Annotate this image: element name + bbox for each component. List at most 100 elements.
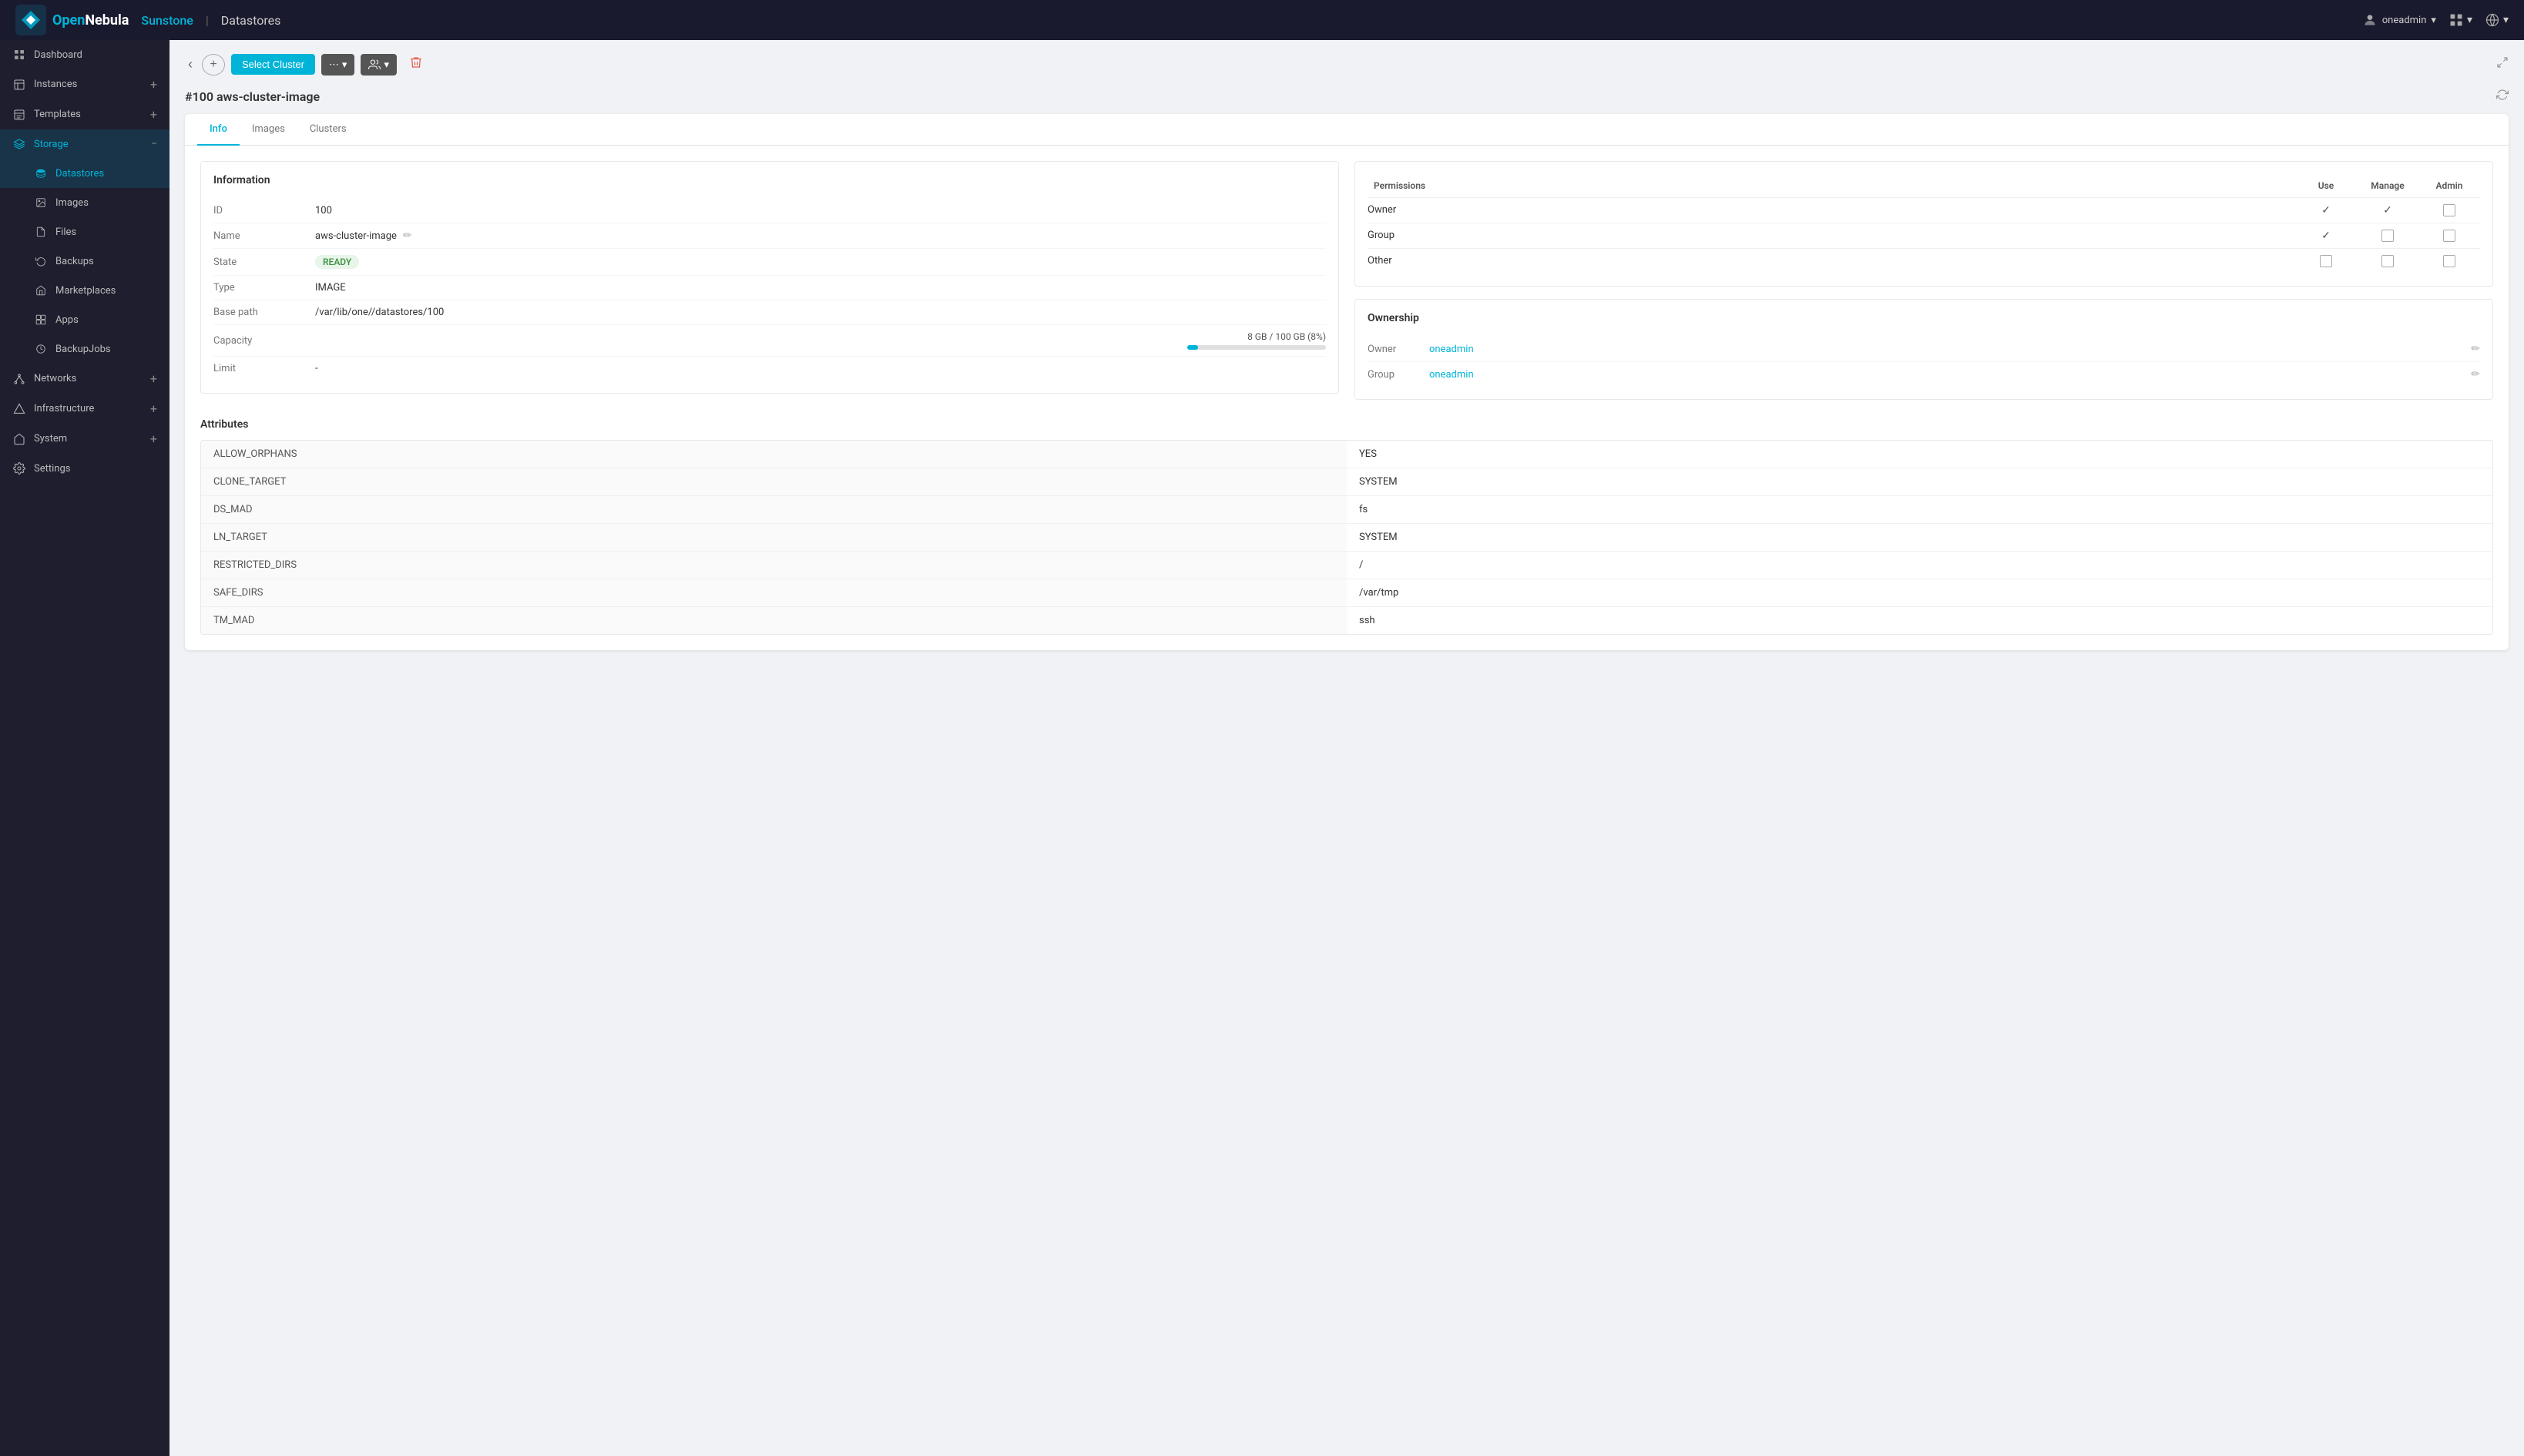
capacity-label: Capacity — [213, 335, 306, 347]
tab-info-content: Information ID 100 Name aws-cluster-imag… — [185, 146, 2509, 415]
sidebar-label-backups: Backups — [55, 256, 157, 267]
user-menu[interactable]: oneadmin ▾ — [2362, 12, 2436, 28]
perms-group-manage[interactable] — [2357, 223, 2418, 248]
group-manage-checkbox[interactable] — [2381, 230, 2394, 242]
sidebar-item-instances[interactable]: Instances + — [0, 69, 169, 99]
sidebar-item-networks[interactable]: Networks + — [0, 364, 169, 394]
state-label: State — [213, 257, 306, 268]
sidebar-item-datastores[interactable]: Datastores — [0, 159, 169, 188]
sidebar-label-backupjobs: BackupJobs — [55, 344, 157, 355]
perms-other-use[interactable] — [2295, 248, 2357, 273]
add-button[interactable]: + — [202, 54, 225, 75]
capacity-value: 8 GB / 100 GB (8%) — [315, 331, 1326, 350]
owner-value[interactable]: oneadmin — [1429, 344, 2471, 355]
capacity-progress-bar — [1187, 345, 1326, 350]
attr-val-0: YES — [1347, 441, 2492, 468]
attr-row-3: LN_TARGET SYSTEM — [201, 524, 2492, 552]
group-admin-checkbox[interactable] — [2443, 230, 2455, 242]
info-row-name: Name aws-cluster-image ✏ — [213, 223, 1326, 249]
other-manage-checkbox[interactable] — [2381, 255, 2394, 267]
perms-group-admin[interactable] — [2418, 223, 2480, 248]
info-row-capacity: Capacity 8 GB / 100 GB (8%) — [213, 325, 1326, 357]
attributes-section: Attributes ALLOW_ORPHANS YES CLONE_TARGE… — [185, 415, 2509, 650]
page-title: #100 aws-cluster-image — [185, 89, 2496, 104]
ownership-row-owner: Owner oneadmin ✏ — [1368, 337, 2480, 362]
permissions-box: Permissions Use Manage Admin Owner ✓ ✓ G… — [1354, 161, 2493, 287]
topbar-right: oneadmin ▾ ▾ ▾ — [2362, 12, 2509, 28]
select-cluster-button[interactable]: Select Cluster — [231, 54, 315, 75]
attr-val-4: / — [1347, 552, 2492, 579]
sidebar-item-backups[interactable]: Backups — [0, 247, 169, 276]
instances-add-icon[interactable]: + — [150, 77, 157, 92]
other-use-checkbox[interactable] — [2320, 255, 2332, 267]
page-title-row: #100 aws-cluster-image — [185, 89, 2509, 105]
perms-other-admin[interactable] — [2418, 248, 2480, 273]
sidebar-label-settings: Settings — [34, 463, 157, 475]
sidebar-item-dashboard[interactable]: Dashboard — [0, 40, 169, 69]
group-edit-icon[interactable]: ✏ — [2471, 368, 2480, 381]
back-button[interactable]: ‹ — [185, 53, 196, 75]
logo: OpenNebula — [15, 5, 129, 35]
information-title: Information — [213, 174, 1326, 186]
name-edit-icon[interactable]: ✏ — [403, 230, 412, 242]
networks-add-icon[interactable]: + — [150, 371, 157, 386]
perms-owner-admin[interactable] — [2418, 197, 2480, 223]
attr-key-6: TM_MAD — [201, 607, 1347, 634]
other-admin-checkbox[interactable] — [2443, 255, 2455, 267]
apps-icon — [34, 313, 48, 327]
sidebar-item-templates[interactable]: Templates + — [0, 99, 169, 129]
name-label: Name — [213, 230, 306, 242]
info-row-basepath: Base path /var/lib/one//datastores/100 — [213, 300, 1326, 325]
information-box: Information ID 100 Name aws-cluster-imag… — [200, 161, 1339, 394]
sidebar-label-storage: Storage — [34, 139, 143, 150]
owner-edit-icon[interactable]: ✏ — [2471, 343, 2480, 355]
attr-row-0: ALLOW_ORPHANS YES — [201, 441, 2492, 468]
main-layout: Dashboard Instances + Templates + Storag… — [0, 40, 2524, 1456]
attr-key-2: DS_MAD — [201, 496, 1347, 523]
settings-icon — [12, 461, 26, 475]
sidebar-item-images[interactable]: Images — [0, 188, 169, 217]
sidebar-item-infrastructure[interactable]: Infrastructure + — [0, 394, 169, 424]
delete-button[interactable] — [403, 52, 429, 76]
grid-menu[interactable]: ▾ — [2448, 12, 2472, 28]
owner-admin-checkbox[interactable] — [2443, 204, 2455, 216]
sidebar-item-system[interactable]: System + — [0, 424, 169, 454]
perms-col-permissions: Permissions — [1368, 174, 2295, 197]
state-badge: READY — [315, 255, 359, 269]
perms-owner-manage: ✓ — [2357, 197, 2418, 223]
templates-add-icon[interactable]: + — [150, 107, 157, 122]
tab-info[interactable]: Info — [197, 114, 240, 146]
topbar-title[interactable]: Sunstone — [141, 13, 193, 28]
sidebar-item-settings[interactable]: Settings — [0, 454, 169, 483]
users-button[interactable]: ▾ — [361, 54, 397, 75]
sidebar-item-apps[interactable]: Apps — [0, 305, 169, 334]
tab-images[interactable]: Images — [240, 114, 297, 146]
options-button[interactable]: ⋯ ▾ — [321, 54, 355, 75]
language-menu[interactable]: ▾ — [2485, 12, 2509, 28]
expand-button[interactable] — [2496, 56, 2509, 72]
system-add-icon[interactable]: + — [150, 431, 157, 446]
refresh-button[interactable] — [2496, 89, 2509, 105]
topbar-section: Datastores — [221, 13, 281, 28]
id-label: ID — [213, 205, 306, 216]
sidebar-label-files: Files — [55, 226, 157, 238]
permissions-grid: Permissions Use Manage Admin Owner ✓ ✓ G… — [1368, 174, 2480, 273]
perms-other-label: Other — [1368, 248, 2295, 273]
sidebar-label-datastores: Datastores — [55, 168, 157, 179]
attr-key-4: RESTRICTED_DIRS — [201, 552, 1347, 579]
sidebar-label-templates: Templates — [34, 109, 143, 120]
sidebar-item-files[interactable]: Files — [0, 217, 169, 247]
group-value[interactable]: oneadmin — [1429, 369, 2471, 381]
sidebar-item-marketplaces[interactable]: Marketplaces — [0, 276, 169, 305]
storage-icon — [12, 137, 26, 151]
user-name: oneadmin — [2382, 15, 2427, 26]
limit-label: Limit — [213, 363, 306, 374]
group-label: Group — [1368, 369, 1429, 381]
perms-other-manage[interactable] — [2357, 248, 2418, 273]
infrastructure-add-icon[interactable]: + — [150, 401, 157, 416]
templates-icon — [12, 108, 26, 122]
attributes-title: Attributes — [200, 415, 2493, 431]
sidebar-item-backupjobs[interactable]: BackupJobs — [0, 334, 169, 364]
sidebar-item-storage[interactable]: Storage − — [0, 129, 169, 159]
tab-clusters[interactable]: Clusters — [297, 114, 359, 146]
